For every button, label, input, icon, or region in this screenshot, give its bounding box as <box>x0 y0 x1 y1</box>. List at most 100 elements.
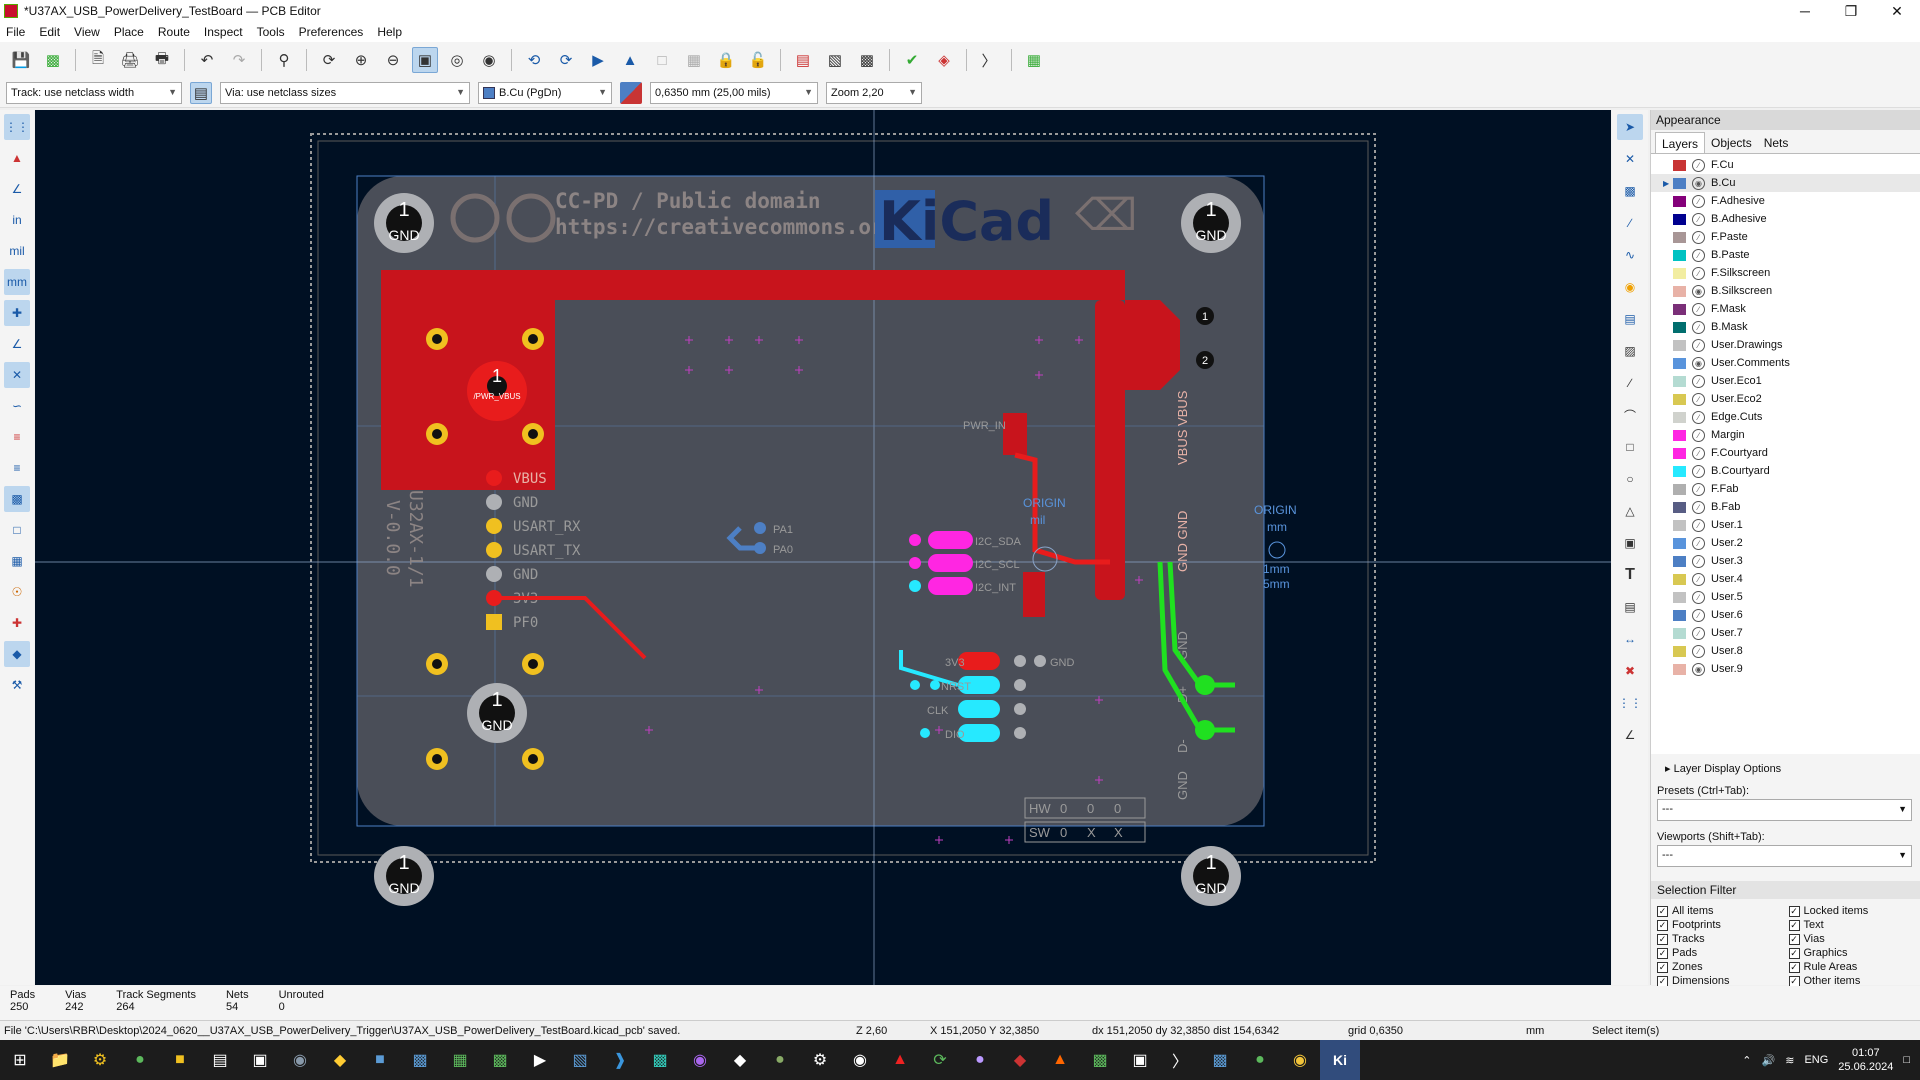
save-icon[interactable]: 💾 <box>8 47 34 73</box>
app-icon[interactable]: ▧ <box>560 1040 600 1080</box>
grid-icon[interactable]: ⋮⋮ <box>4 114 30 140</box>
app-icon[interactable]: ● <box>760 1040 800 1080</box>
kicad-icon[interactable]: Ki <box>1320 1040 1360 1080</box>
redo-icon[interactable]: ↷ <box>226 47 252 73</box>
mm-unit[interactable]: mm <box>4 269 30 295</box>
layer-row[interactable]: ∕ F.Courtyard <box>1651 444 1920 462</box>
python-icon[interactable]: 〉 <box>976 47 1002 73</box>
wifi-icon[interactable]: ≋ <box>1785 1054 1794 1067</box>
menu-preferences[interactable]: Preferences <box>299 25 364 39</box>
board-layers-icon[interactable]: ◆ <box>4 641 30 667</box>
close-button[interactable]: ✕ <box>1874 0 1920 22</box>
menu-edit[interactable]: Edit <box>39 25 60 39</box>
footprint-editor-icon[interactable]: ▧ <box>822 47 848 73</box>
filter-checkbox[interactable]: ✓ Vias <box>1788 933 1920 945</box>
app-icon[interactable]: ● <box>1240 1040 1280 1080</box>
chrome-icon[interactable]: ◉ <box>1280 1040 1320 1080</box>
net-color-icon[interactable]: ✚ <box>4 610 30 636</box>
layer-color-swatch[interactable] <box>1673 285 1686 297</box>
layer-row[interactable]: ◉ User.Comments <box>1651 354 1920 372</box>
eye-hidden-icon[interactable]: ∕ <box>1692 500 1705 514</box>
lock-icon[interactable]: 🔒 <box>713 47 739 73</box>
curved-ratsnest-icon[interactable]: ∽ <box>4 393 30 419</box>
tune-length-icon[interactable]: ∿ <box>1617 242 1643 268</box>
board-view[interactable]: CC-PD / Public domain https://creativeco… <box>35 110 1611 985</box>
layer-row[interactable]: ∕ User.2 <box>1651 534 1920 552</box>
layer-row[interactable]: ∕ Margin <box>1651 426 1920 444</box>
eye-hidden-icon[interactable]: ∕ <box>1692 212 1705 226</box>
drc-icon[interactable]: ✔ <box>899 47 925 73</box>
layer-row[interactable]: ∕ User.Eco1 <box>1651 372 1920 390</box>
dimension-icon[interactable]: ↔ <box>1617 626 1643 652</box>
layer-color-swatch[interactable] <box>1673 303 1686 315</box>
app-icon[interactable]: ▦ <box>440 1040 480 1080</box>
layer-color-swatch[interactable] <box>1673 213 1686 225</box>
tab-layers[interactable]: Layers <box>1655 132 1706 153</box>
app-icon[interactable]: ● <box>120 1040 160 1080</box>
zoom-area-icon[interactable]: ◉ <box>476 47 502 73</box>
app-icon[interactable]: ◉ <box>280 1040 320 1080</box>
footprint-icon[interactable]: ▩ <box>1617 178 1643 204</box>
eye-hidden-icon[interactable]: ∕ <box>1692 320 1705 334</box>
grid-select[interactable]: 0,6350 mm (25,00 mils) ▼ <box>650 81 818 104</box>
menu-tools[interactable]: Tools <box>257 25 285 39</box>
layer-color-swatch[interactable] <box>1673 663 1686 675</box>
terminal-icon[interactable]: 〉 <box>1160 1040 1200 1080</box>
layer-color-swatch[interactable] <box>1673 627 1686 639</box>
layer-color-swatch[interactable] <box>1673 393 1686 405</box>
layer-color-swatch[interactable] <box>1673 501 1686 513</box>
eye-hidden-icon[interactable]: ∕ <box>1692 302 1705 316</box>
zone-icon[interactable]: ▤ <box>1617 306 1643 332</box>
unlock-icon[interactable]: 🔓 <box>745 47 771 73</box>
github-icon[interactable]: ● <box>960 1040 1000 1080</box>
layer-color-swatch[interactable] <box>1673 195 1686 207</box>
maximize-button[interactable]: ❐ <box>1828 0 1874 22</box>
image-icon[interactable]: ▣ <box>1617 530 1643 556</box>
layer-color-swatch[interactable] <box>1673 231 1686 243</box>
app-icon[interactable]: ◆ <box>720 1040 760 1080</box>
layer-color-swatch[interactable] <box>1673 447 1686 459</box>
filter-checkbox[interactable]: ✓ All items <box>1657 905 1789 917</box>
layer-row[interactable]: ∕ B.Paste <box>1651 246 1920 264</box>
inches-unit[interactable]: in <box>4 207 30 233</box>
layer-row[interactable]: ∕ B.Fab <box>1651 498 1920 516</box>
mils-unit[interactable]: mil <box>4 238 30 264</box>
undo-icon[interactable]: ↶ <box>194 47 220 73</box>
app-icon[interactable]: ▩ <box>1080 1040 1120 1080</box>
cursor-icon[interactable]: ✚ <box>4 300 30 326</box>
layer-pair-icon[interactable] <box>620 81 642 104</box>
layer-row[interactable]: ∕ User.5 <box>1651 588 1920 606</box>
eye-hidden-icon[interactable]: ∕ <box>1692 554 1705 568</box>
rule-area-icon[interactable]: ▨ <box>1617 338 1643 364</box>
rect-icon[interactable]: □ <box>1617 434 1643 460</box>
app-icon[interactable]: ⚙ <box>80 1040 120 1080</box>
layer-color-swatch[interactable] <box>1673 249 1686 261</box>
line-icon[interactable]: ∕ <box>1617 370 1643 396</box>
brave-icon[interactable]: ▲ <box>1040 1040 1080 1080</box>
eye-hidden-icon[interactable]: ∕ <box>1692 518 1705 532</box>
mount-hole[interactable]: 1 GND <box>467 683 527 743</box>
eye-hidden-icon[interactable]: ∕ <box>1692 266 1705 280</box>
pcb-canvas[interactable]: CC-PD / Public domain https://creativeco… <box>35 110 1611 985</box>
layer-row[interactable]: ∕ F.Fab <box>1651 480 1920 498</box>
menu-help[interactable]: Help <box>377 25 402 39</box>
delete-icon[interactable]: ✖ <box>1617 658 1643 684</box>
ratsnest-lines-icon[interactable]: ✕ <box>4 362 30 388</box>
layer-row[interactable]: ∕ F.Silkscreen <box>1651 264 1920 282</box>
filter-checkbox[interactable]: ✓ Locked items <box>1788 905 1920 917</box>
polar-icon[interactable]: ∠ <box>4 331 30 357</box>
zone-fill-icon[interactable]: ≡ <box>4 424 30 450</box>
text-icon[interactable]: T <box>1617 562 1643 588</box>
app-icon[interactable]: ▩ <box>480 1040 520 1080</box>
layer-row[interactable]: ∕ F.Cu <box>1651 156 1920 174</box>
layer-color-swatch[interactable] <box>1673 483 1686 495</box>
filter-checkbox[interactable]: ✓ Graphics <box>1788 947 1920 959</box>
netlist-icon[interactable]: ▤ <box>790 47 816 73</box>
arc-icon[interactable]: ⌒ <box>1617 402 1643 428</box>
app-icon[interactable]: ◆ <box>320 1040 360 1080</box>
menu-place[interactable]: Place <box>114 25 144 39</box>
acrobat-icon[interactable]: ▲ <box>880 1040 920 1080</box>
eye-hidden-icon[interactable]: ∕ <box>1692 338 1705 352</box>
plugin-icon[interactable]: ▦ <box>1021 47 1047 73</box>
layer-color-swatch[interactable] <box>1673 177 1686 189</box>
